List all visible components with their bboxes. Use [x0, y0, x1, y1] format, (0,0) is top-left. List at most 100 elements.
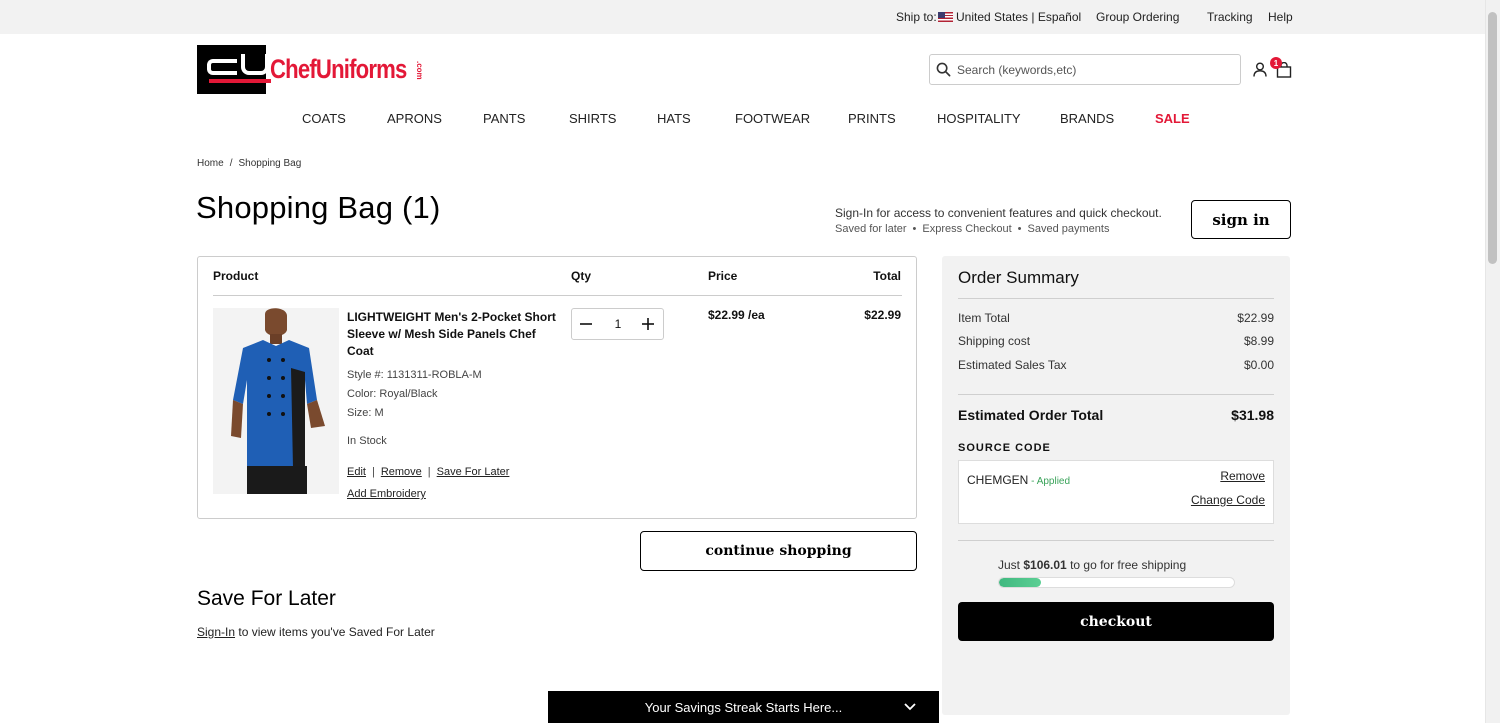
save-for-later-link[interactable]: Save For Later: [437, 466, 510, 478]
free-shipping-suffix: to go for free shipping: [1066, 558, 1187, 572]
utility-bar: Ship to: United States | Español Group O…: [0, 0, 1500, 34]
summary-row-item-total: Item Total $22.99: [958, 311, 1274, 325]
signin-promo-features: Saved for later • Express Checkout • Saved p…: [835, 223, 1110, 235]
plus-icon[interactable]: [634, 309, 662, 339]
progress-fill: [999, 578, 1042, 587]
free-shipping-progress: [998, 577, 1235, 588]
edit-link[interactable]: Edit: [347, 466, 366, 478]
free-shipping-amount: $106.01: [1023, 558, 1067, 572]
add-embroidery-link[interactable]: Add Embroidery: [347, 488, 426, 500]
row-label: Estimated Sales Tax: [958, 358, 1067, 372]
applied-status: Applied: [1036, 476, 1071, 487]
remove-code-link[interactable]: Remove: [1220, 469, 1265, 483]
stock-status: In Stock: [347, 435, 387, 447]
help-link[interactable]: Help: [1268, 10, 1293, 24]
breadcrumb-separator: /: [229, 158, 233, 169]
country-label: United States | Español: [956, 10, 1082, 24]
nav-hats[interactable]: HATS: [657, 111, 691, 126]
breadcrumb-home[interactable]: Home: [197, 158, 224, 169]
col-header-product: Product: [213, 269, 259, 283]
continue-shopping-button[interactable]: continue shopping: [640, 531, 917, 571]
summary-row-order-total: Estimated Order Total $31.98: [958, 407, 1274, 423]
us-flag-icon: [938, 12, 953, 22]
account-icon[interactable]: [1252, 61, 1268, 77]
logo-text: ChefUniforms: [270, 54, 408, 84]
nav-footwear[interactable]: FOOTWEAR: [735, 111, 810, 126]
summary-row-shipping: Shipping cost $8.99: [958, 334, 1274, 348]
scrollbar-thumb[interactable]: [1488, 12, 1497, 264]
source-code-dash: -: [1028, 476, 1037, 487]
source-code-box: CHEMGEN - Applied Remove Change Code: [958, 460, 1274, 524]
action-separator: |: [371, 466, 375, 478]
logo-suffix: .com: [415, 61, 424, 80]
sign-in-button[interactable]: sign in: [1191, 200, 1291, 239]
nav-aprons[interactable]: APRONS: [387, 111, 442, 126]
nav-pants[interactable]: PANTS: [483, 111, 525, 126]
product-style: Style #: 1131311-ROBLA-M: [347, 369, 482, 381]
nav-coats[interactable]: COATS: [302, 111, 346, 126]
product-image[interactable]: [213, 308, 339, 494]
page-scrollbar[interactable]: [1485, 0, 1500, 723]
order-total-value: $31.98: [1231, 407, 1274, 423]
line-total: $22.99: [864, 308, 901, 322]
item-actions: Edit | Remove | Save For Later: [347, 466, 509, 478]
row-label: Item Total: [958, 311, 1010, 325]
signin-promo-headline: Sign-In for access to convenient feature…: [835, 206, 1162, 220]
col-header-price: Price: [708, 269, 738, 283]
order-summary: Order Summary Item Total $22.99 Shipping …: [942, 256, 1290, 715]
signin-promo: Sign-In for access to convenient feature…: [835, 206, 1162, 235]
breadcrumb-current: Shopping Bag: [238, 158, 302, 169]
change-code-link[interactable]: Change Code: [1191, 493, 1265, 507]
row-label: Shipping cost: [958, 334, 1031, 348]
feature-saved-for-later: Saved for later: [835, 223, 907, 235]
header-divider: [213, 295, 902, 296]
nav-shirts[interactable]: SHIRTS: [569, 111, 616, 126]
savings-streak-banner[interactable]: Your Savings Streak Starts Here...: [548, 691, 939, 723]
nav-hospitality[interactable]: HOSPITALITY: [937, 111, 1021, 126]
search-input[interactable]: [957, 62, 1227, 77]
free-shipping-message: Just $106.01 to go for free shipping: [998, 558, 1186, 572]
banner-text: Your Savings Streak Starts Here...: [644, 699, 843, 715]
source-code-heading: SOURCE CODE: [958, 442, 1051, 454]
save-for-later-text: to view items you've Saved For Later: [235, 625, 435, 639]
country-selector[interactable]: United States | Español: [938, 10, 1081, 24]
unit-price: $22.99 /ea: [708, 308, 765, 322]
search-icon[interactable]: [936, 62, 951, 77]
breadcrumb: Home / Shopping Bag: [197, 158, 301, 169]
minus-icon[interactable]: [572, 309, 600, 339]
sign-in-link[interactable]: Sign-In: [197, 625, 235, 639]
quantity-value[interactable]: 1: [608, 317, 628, 331]
page-title: Shopping Bag (1): [196, 190, 441, 225]
product-name[interactable]: LIGHTWEIGHT Men's 2-Pocket Short Sleeve …: [347, 309, 562, 360]
nav-brands[interactable]: BRANDS: [1060, 111, 1114, 126]
order-summary-heading: Order Summary: [958, 268, 1079, 287]
chevron-down-icon[interactable]: [903, 700, 917, 714]
source-code-value: CHEMGEN - Applied: [967, 473, 1070, 487]
action-separator: |: [427, 466, 431, 478]
row-value: $8.99: [1243, 334, 1274, 348]
ship-to-label: Ship to:: [896, 10, 937, 24]
site-logo[interactable]: ChefUniforms: [197, 45, 437, 94]
nav-prints[interactable]: PRINTS: [848, 111, 896, 126]
col-header-qty: Qty: [571, 269, 592, 283]
group-ordering-link[interactable]: Group Ordering: [1096, 10, 1179, 24]
source-code: CHEMGEN: [967, 473, 1029, 487]
row-value: $0.00: [1243, 358, 1274, 372]
divider: [958, 540, 1274, 541]
cart-count-badge: 1: [1270, 57, 1282, 69]
product-size: Size: M: [347, 407, 384, 419]
checkout-button[interactable]: checkout: [958, 602, 1274, 641]
order-total-label: Estimated Order Total: [958, 407, 1104, 423]
product-color: Color: Royal/Black: [347, 388, 438, 400]
save-for-later-heading: Save For Later: [197, 587, 336, 610]
logo-mark: [197, 45, 271, 94]
summary-row-tax: Estimated Sales Tax $0.00: [958, 358, 1274, 372]
feature-saved-payments: Saved payments: [1027, 223, 1110, 235]
search-box[interactable]: [929, 54, 1241, 85]
tracking-link[interactable]: Tracking: [1207, 10, 1253, 24]
remove-link[interactable]: Remove: [381, 466, 422, 478]
free-shipping-prefix: Just: [998, 558, 1024, 572]
feature-express-checkout: Express Checkout: [922, 223, 1012, 235]
nav-sale[interactable]: SALE: [1155, 111, 1190, 126]
col-header-total: Total: [873, 269, 901, 283]
